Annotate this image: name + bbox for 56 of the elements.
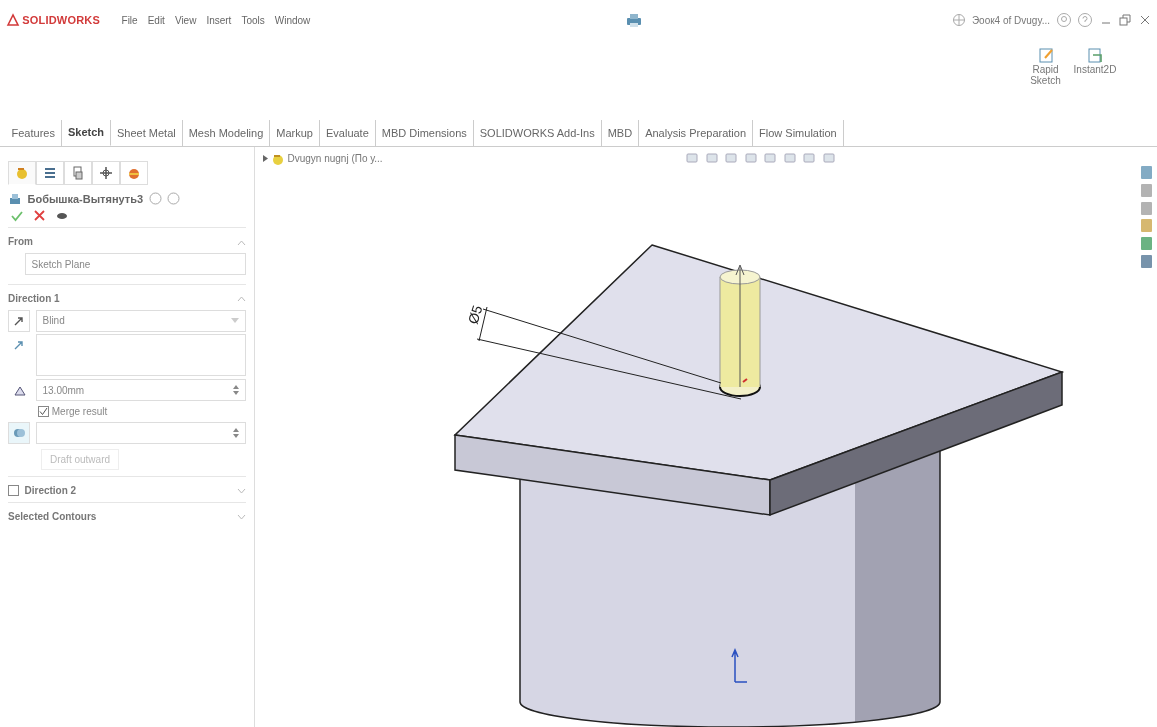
list-icon: [42, 165, 58, 181]
spin-icon[interactable]: [233, 384, 239, 396]
sheet-icon: [1086, 45, 1104, 64]
dropdown-icon: [231, 318, 239, 323]
direction-list[interactable]: [35, 334, 246, 377]
document-title: Эоок4 of Dvugy...: [971, 13, 1050, 28]
end-condition-dropdown[interactable]: Blind: [35, 309, 246, 332]
section-title: Direction 2: [24, 483, 77, 498]
panel-tab[interactable]: [36, 161, 64, 185]
depth-field[interactable]: 13.00mm: [35, 379, 246, 401]
panel-tab[interactable]: [92, 161, 120, 185]
user-icon[interactable]: [1055, 12, 1072, 28]
dimension-label: Ø5: [464, 303, 486, 326]
printer-icon[interactable]: [624, 12, 643, 28]
arrow-icon: [14, 340, 24, 351]
ribbon-button[interactable]: Instant2D: [1073, 45, 1117, 75]
start-dropdown[interactable]: Sketch Plane: [24, 253, 246, 276]
extrude-icon: [8, 191, 22, 206]
reverse-direction-button[interactable]: [8, 309, 30, 332]
section-title: From: [8, 235, 33, 250]
triad-icon: [731, 648, 748, 683]
restore-icon[interactable]: [1118, 13, 1132, 27]
feature-title: Бобышка-Вытянуть3: [27, 191, 144, 207]
menu-item[interactable]: Edit: [142, 12, 170, 28]
menu-item[interactable]: File: [116, 12, 143, 28]
pencil-sheet-icon: [1036, 45, 1055, 64]
checkbox[interactable]: [8, 484, 19, 496]
menu-item[interactable]: View: [169, 12, 202, 28]
crosshair-icon: [98, 165, 114, 181]
feature-tree-item[interactable]: Dvugyn nugnj (По у...: [287, 151, 383, 166]
menu-item[interactable]: Insert: [201, 12, 237, 28]
panel-tab[interactable]: [120, 161, 148, 185]
arrow-icon: [14, 315, 24, 326]
panel-tab[interactable]: [64, 161, 92, 185]
section-title: Selected Contours: [8, 509, 97, 524]
logo-icon: [5, 13, 20, 27]
collapse-icon[interactable]: [237, 239, 246, 246]
sheets-icon: [70, 165, 86, 181]
ribbon-button[interactable]: Rapid Sketch: [1023, 45, 1068, 87]
draft-icon: [12, 426, 26, 439]
expand-icon[interactable]: [263, 155, 268, 162]
check-icon: [39, 406, 48, 416]
menu-item[interactable]: Tools: [236, 12, 270, 28]
part-icon: [14, 165, 30, 181]
menu-item[interactable]: Window: [269, 12, 316, 28]
draft-angle-field[interactable]: [35, 421, 246, 444]
globe-icon[interactable]: [952, 13, 967, 27]
cancel-icon[interactable]: [33, 210, 45, 222]
section-title: Direction 1: [8, 291, 60, 306]
collapse-icon[interactable]: [237, 295, 246, 302]
ok-icon[interactable]: [10, 209, 23, 222]
merge-result-checkbox[interactable]: Merge result: [38, 403, 246, 419]
app-logo: SOLIDWORKS: [22, 12, 101, 28]
preview-icon[interactable]: [55, 210, 68, 221]
draft-button[interactable]: [8, 421, 30, 444]
spin-icon[interactable]: [233, 426, 239, 439]
